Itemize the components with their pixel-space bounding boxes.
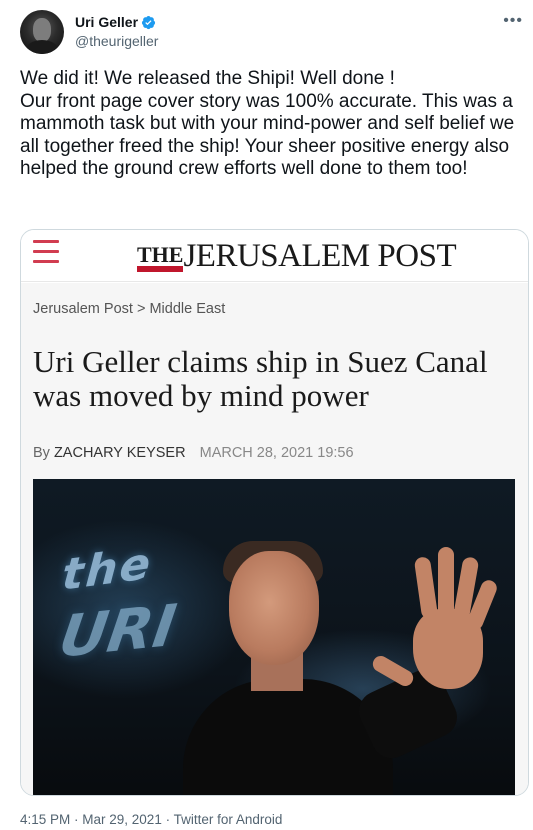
article-headline: Uri Geller claims ship in Suez Canal was… — [33, 344, 488, 413]
article-photo: the URI — [33, 479, 515, 795]
byline-author: ZACHARY KEYSER — [53, 445, 186, 461]
breadcrumb-separator: > — [136, 301, 146, 317]
logo-the: THE — [137, 242, 184, 274]
site-logo: THE JERUSALEM POST — [137, 234, 457, 274]
breadcrumb-home: Jerusalem Post — [33, 301, 133, 317]
verified-badge-icon — [141, 15, 156, 29]
tweet-header: Uri Geller @theurigeller ••• — [20, 10, 525, 58]
byline-label: By — [33, 445, 50, 461]
tweet-text: We did it! We released the Shipi! Well d… — [20, 68, 515, 179]
person-finger — [438, 547, 454, 617]
avatar-body — [26, 40, 58, 54]
tweet-meta[interactable]: 4:15 PM · Mar 29, 2021 · Twitter for And… — [20, 812, 282, 827]
author-name[interactable]: Uri Geller — [75, 14, 138, 30]
person-finger — [413, 556, 439, 620]
breadcrumb: Jerusalem Post > Middle East — [33, 301, 225, 317]
site-header: THE JERUSALEM POST — [21, 230, 528, 282]
link-card[interactable]: THE JERUSALEM POST Jerusalem Post > Midd… — [20, 229, 529, 796]
avatar-face — [33, 18, 51, 42]
show-logo-text: URI — [54, 591, 181, 671]
person-head — [229, 551, 319, 665]
logo-main: JERUSALEM POST — [183, 238, 457, 274]
breadcrumb-section: Middle East — [149, 301, 226, 317]
avatar[interactable] — [20, 10, 64, 54]
byline-date: MARCH 28, 2021 19:56 — [199, 445, 354, 461]
hamburger-menu-icon — [33, 240, 59, 264]
name-row: Uri Geller — [75, 14, 156, 30]
byline: By ZACHARY KEYSER MARCH 28, 2021 19:56 — [33, 445, 354, 461]
author-handle[interactable]: @theurigeller — [75, 33, 158, 49]
more-icon[interactable]: ••• — [503, 12, 523, 30]
article-preview: Jerusalem Post > Middle East Uri Geller … — [21, 283, 528, 795]
